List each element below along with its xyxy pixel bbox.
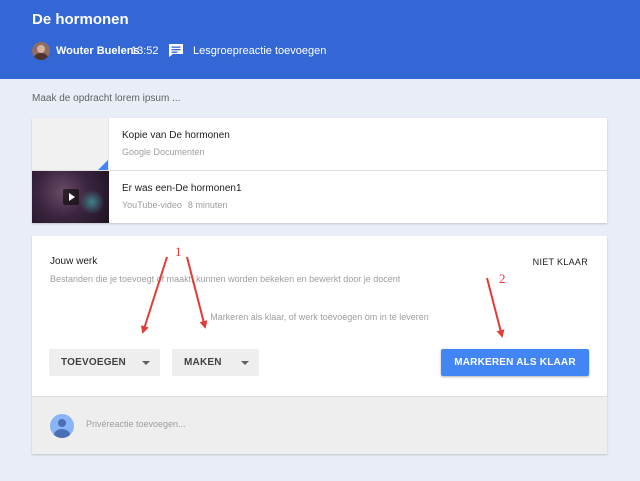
material-item-doc[interactable]: Kopie van De hormonen Google Documenten [32,118,607,170]
your-work-card: Jouw werk NIET KLAAR Bestanden die je to… [32,236,607,454]
add-class-comment-link[interactable]: Lesgroepreactie toevoegen [193,45,326,57]
work-description: Bestanden die je toevoegt of maakt, kunn… [50,274,401,284]
annotation-label-1: 1 [175,244,182,259]
play-icon[interactable] [63,189,79,205]
private-comment-input[interactable] [86,419,486,429]
material-title[interactable]: Er was een-De hormonen1 [122,183,242,194]
make-button-label: MAKEN [184,357,222,368]
chevron-down-icon [142,361,150,365]
comment-icon[interactable] [168,43,184,58]
chevron-down-icon [241,361,249,365]
mark-as-done-button[interactable]: MARKEREN ALS KLAAR [441,349,589,376]
app-header: De hormonen Wouter Buelens 13:52 Lesgroe… [0,0,640,79]
private-comment-area [32,396,607,454]
user-avatar-icon [50,414,74,438]
google-docs-icon [32,118,109,170]
work-hint: Markeren als klaar, of werk toevoegen om… [210,312,429,322]
material-type: Google Documenten [122,147,205,157]
post-time: 13:52 [131,45,159,57]
material-type: YouTube-video 8 minuten [122,200,227,210]
material-item-video[interactable]: Er was een-De hormonen1 YouTube-video 8 m… [32,171,607,223]
video-thumbnail[interactable] [32,171,109,223]
page-title: De hormonen [32,11,129,28]
video-duration: 8 minuten [187,200,228,210]
status-badge: NIET KLAAR [532,257,588,267]
assignment-instructions: Maak de opdracht lorem ipsum ... [32,93,181,104]
work-title: Jouw werk [50,256,98,267]
material-type-label: YouTube-video [122,200,182,210]
annotation-label-2: 2 [499,271,506,286]
mark-as-done-label: MARKEREN ALS KLAAR [454,357,576,368]
author-avatar [32,42,50,60]
add-button-label: TOEVOEGEN [61,357,126,368]
material-title[interactable]: Kopie van De hormonen [122,130,230,141]
author-name: Wouter Buelens [56,45,140,57]
add-button[interactable]: TOEVOEGEN [49,349,160,376]
make-button[interactable]: MAKEN [172,349,259,376]
materials-card: Kopie van De hormonen Google Documenten … [32,118,607,223]
